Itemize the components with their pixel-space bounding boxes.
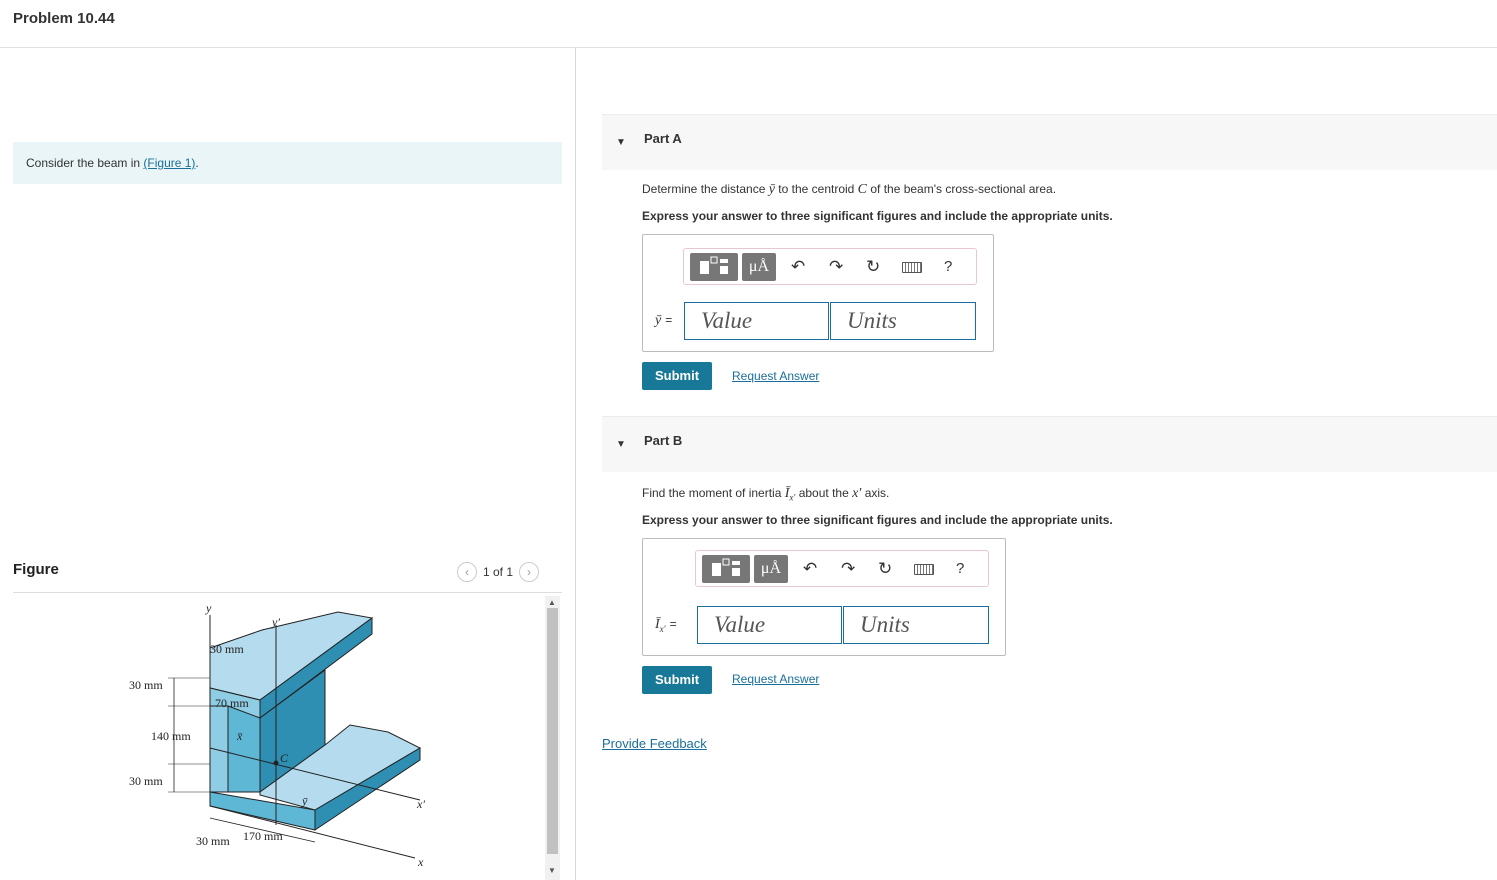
header-divider <box>0 47 1497 48</box>
scroll-up-icon[interactable]: ▲ <box>548 598 556 607</box>
part-b-request-answer-link[interactable]: Request Answer <box>732 672 819 686</box>
part-b-question-mid: about the <box>795 486 853 500</box>
part-b-question: Find the moment of inertia Īx′ about the… <box>642 486 889 502</box>
part-a-request-answer-link[interactable]: Request Answer <box>732 369 819 383</box>
part-a-toolbar: μÅ ↶ ↷ ↻ ? <box>683 248 977 285</box>
label-xbar: x̄ <box>236 729 243 743</box>
part-a-question-mid: to the centroid <box>774 182 858 196</box>
label-30mm-base: 30 mm <box>196 834 230 848</box>
label-xprime: x′ <box>416 797 425 811</box>
prev-figure-button[interactable]: ‹ <box>457 562 477 582</box>
part-a-equals: = <box>665 313 673 327</box>
label-30mm-left: 30 mm <box>129 678 163 692</box>
part-a-submit-button[interactable]: Submit <box>642 362 712 390</box>
part-a-question-c: C <box>857 182 868 197</box>
figure-link[interactable]: (Figure 1) <box>143 156 195 170</box>
templates-button[interactable] <box>702 555 750 583</box>
figure-counter: 1 of 1 <box>483 565 514 579</box>
part-b-var-sub: x′ <box>659 623 666 634</box>
part-a-value-input[interactable]: Value <box>684 302 829 340</box>
part-a-question: Determine the distance ȳ to the centroid… <box>642 182 1056 198</box>
help-button[interactable]: ? <box>944 258 952 276</box>
label-y: y <box>205 601 212 615</box>
chevron-left-icon: ‹ <box>465 565 469 579</box>
part-a-label: Part A <box>644 131 682 146</box>
part-b-equals: = <box>669 617 677 631</box>
section-face <box>227 705 261 793</box>
part-b-question-axis: x′ <box>852 486 862 501</box>
scrollbar-thumb[interactable] <box>547 608 558 854</box>
figure-divider <box>13 592 562 593</box>
scroll-down-icon[interactable]: ▼ <box>548 866 556 875</box>
label-140mm: 140 mm <box>151 729 191 743</box>
intro-end: . <box>195 156 199 170</box>
label-x: x <box>417 855 424 869</box>
part-a-var-symbol: ȳ <box>655 313 662 328</box>
page-title: Problem 10.44 <box>13 10 115 27</box>
part-b-label: Part B <box>644 433 683 448</box>
intro-panel: Consider the beam in (Figure 1). <box>13 142 562 184</box>
part-a-answer-box: μÅ ↶ ↷ ↻ ? ȳ = Value Units <box>642 234 994 352</box>
undo-icon[interactable]: ↶ <box>803 560 817 578</box>
centroid-marker <box>273 760 279 766</box>
templates-icon <box>712 558 740 576</box>
figure-heading: Figure <box>13 561 59 578</box>
chevron-right-icon: › <box>527 565 532 579</box>
reset-icon[interactable]: ↻ <box>878 560 892 578</box>
part-a-question-pre: Determine the distance <box>642 182 769 196</box>
label-yprime: y′ <box>271 615 280 629</box>
label-70mm: 70 mm <box>215 696 249 710</box>
part-a-header[interactable]: ▼ Part A <box>602 114 1497 170</box>
undo-icon[interactable]: ↶ <box>791 258 805 276</box>
units-button[interactable]: μÅ <box>742 253 776 281</box>
redo-icon[interactable]: ↷ <box>841 560 855 578</box>
pane-divider <box>575 48 576 880</box>
help-button[interactable]: ? <box>956 560 964 578</box>
part-a-question-post: of the beam's cross-sectional area. <box>867 182 1057 196</box>
provide-feedback-link[interactable]: Provide Feedback <box>602 736 707 751</box>
beam-figure: y y′ 30 mm 70 mm 30 mm 140 mm 30 mm x̄ C… <box>129 601 425 869</box>
part-b-units-input[interactable]: Units <box>843 606 989 644</box>
templates-icon <box>700 256 728 274</box>
templates-button[interactable] <box>690 253 738 281</box>
redo-icon[interactable]: ↷ <box>829 258 843 276</box>
label-30mm-bottom: 30 mm <box>129 774 163 788</box>
figure-nav: ‹ 1 of 1 › <box>457 562 540 582</box>
part-b-header[interactable]: ▼ Part B <box>602 416 1497 472</box>
keyboard-icon[interactable] <box>902 262 922 273</box>
part-b-value-input[interactable]: Value <box>697 606 842 644</box>
part-b-toolbar: μÅ ↶ ↷ ↻ ? <box>695 550 989 587</box>
label-ybar: ȳ <box>301 794 308 808</box>
units-button[interactable]: μÅ <box>754 555 788 583</box>
part-a-instruction: Express your answer to three significant… <box>642 209 1113 223</box>
part-b-instruction: Express your answer to three significant… <box>642 513 1113 527</box>
figure-scrollbar[interactable]: ▲ ▼ <box>545 596 560 880</box>
part-b-variable-label: Īx′ = <box>655 617 677 634</box>
next-figure-button[interactable]: › <box>519 562 540 582</box>
intro-text: Consider the beam in <box>26 156 144 170</box>
part-b-submit-button[interactable]: Submit <box>642 666 712 694</box>
part-a-variable-label: ȳ = <box>655 313 672 329</box>
collapse-triangle-icon[interactable]: ▼ <box>616 137 626 148</box>
collapse-triangle-icon[interactable]: ▼ <box>616 439 626 450</box>
part-b-question-post: axis. <box>861 486 890 500</box>
keyboard-icon[interactable] <box>914 564 934 575</box>
part-b-answer-box: μÅ ↶ ↷ ↻ ? Īx′ = Value Units <box>642 538 1006 656</box>
part-a-units-input[interactable]: Units <box>830 302 976 340</box>
label-170mm: 170 mm <box>243 829 283 843</box>
label-30mm-top: 30 mm <box>210 642 244 656</box>
reset-icon[interactable]: ↻ <box>866 258 880 276</box>
label-c: C <box>280 751 289 765</box>
part-b-question-pre: Find the moment of inertia <box>642 486 785 500</box>
